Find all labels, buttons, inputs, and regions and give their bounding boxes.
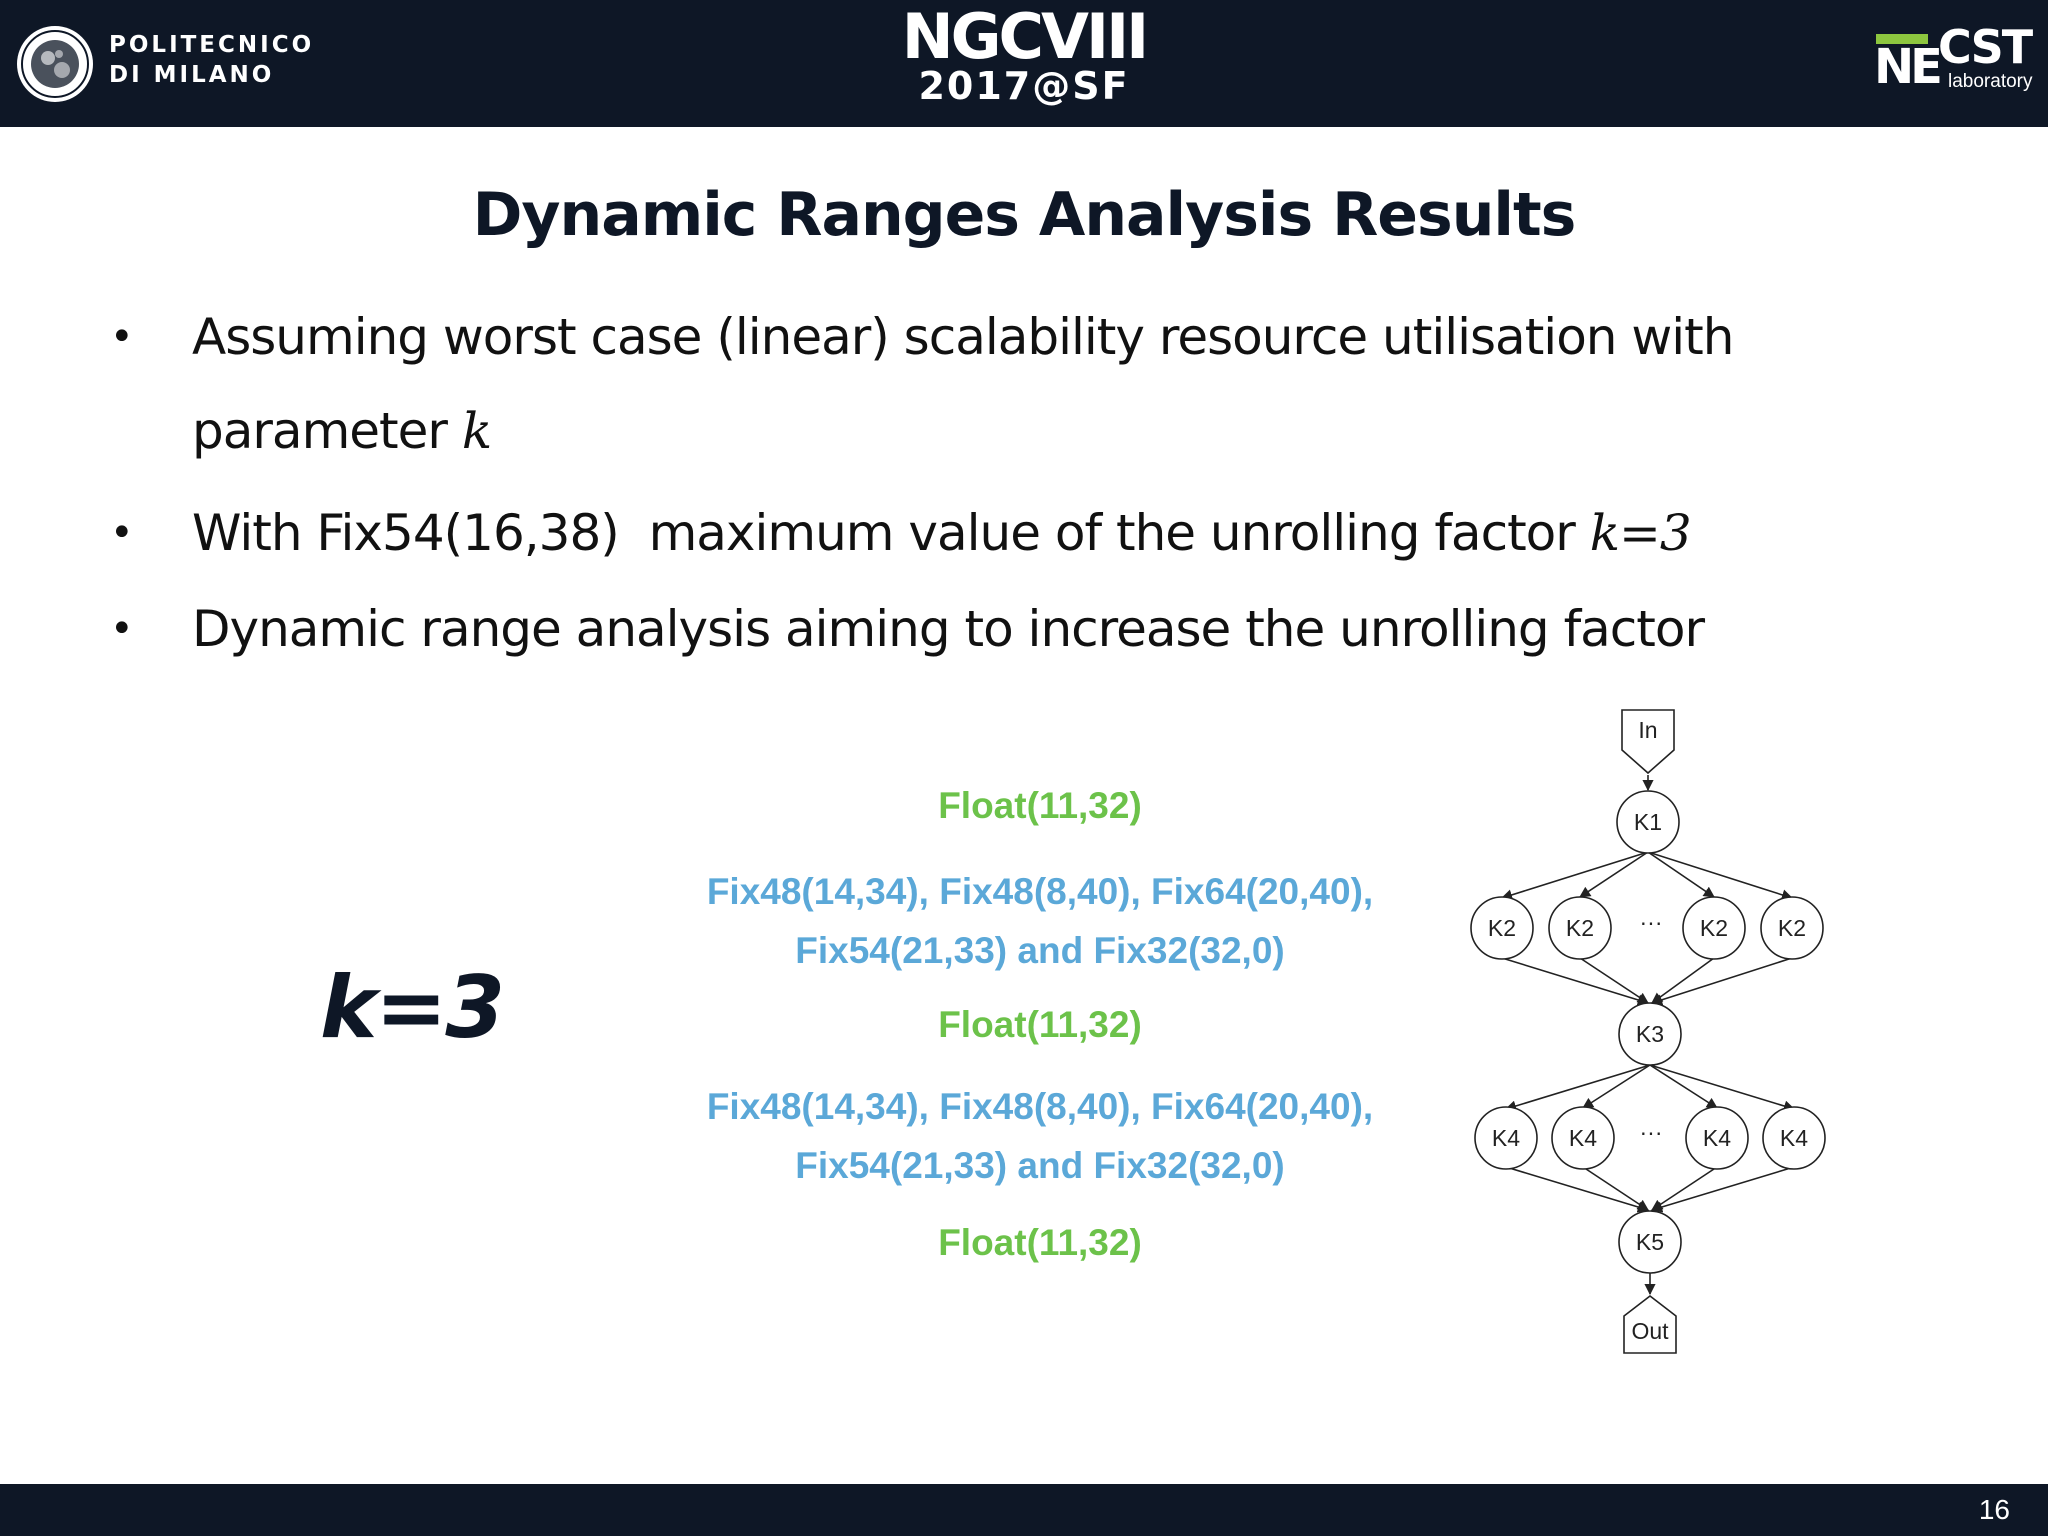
lab-logo-subtitle: laboratory [1948, 71, 2033, 92]
edge-k3-k4d [1649, 1064, 1796, 1112]
edge-k2b-k3 [1579, 957, 1649, 1004]
annotation-fix-1-line-1: Fix48(14,34), Fix48(8,40), Fix64(20,40), [706, 871, 1374, 912]
node-k4a [1474, 1106, 1538, 1170]
node-k5 [1618, 1210, 1682, 1274]
graph-ellipsis-1: ··· [1640, 909, 1663, 935]
edge-k2c-k3 [1651, 957, 1715, 1004]
bullet-2-math: k=3 [1589, 504, 1692, 562]
input-node-label: In [1638, 717, 1657, 743]
edge-k1-k2a [1500, 851, 1649, 901]
annotation-fix-1: Fix48(14,34), Fix48(8,40), Fix64(20,40),… [640, 862, 1440, 980]
node-k2b-label: K2 [1566, 915, 1594, 941]
graph-ellipsis-2: ··· [1640, 1119, 1663, 1145]
edge-k2d-k3 [1650, 957, 1793, 1006]
node-k2a [1470, 896, 1534, 960]
edge-k3-k4b [1582, 1064, 1651, 1109]
edge-k1-k2b [1579, 851, 1649, 898]
edge-k1-k2d [1647, 851, 1794, 901]
footer-bar: 16 [0, 1484, 2048, 1536]
bullet-item-3: • Dynamic range analysis aiming to incre… [110, 582, 1990, 676]
node-k2d-label: K2 [1778, 915, 1806, 941]
node-k2a-label: K2 [1488, 915, 1516, 941]
annotation-float-1: Float(11,32) [938, 785, 1142, 826]
node-k4d-label: K4 [1780, 1125, 1808, 1151]
node-k1-label: K1 [1634, 809, 1662, 835]
edge-k1-k2c [1647, 851, 1715, 898]
node-k4d [1762, 1106, 1826, 1170]
bullet-dot-icon: • [110, 314, 134, 360]
node-k1 [1616, 790, 1680, 854]
bullet-item-2: • With Fix54(16,38) maximum value of the… [110, 486, 1990, 580]
edge-k3-k4a [1504, 1064, 1651, 1112]
annotation-fix-2-line-2: Fix54(21,33) and Fix32(32,0) [795, 1145, 1285, 1186]
header-bar: POLITECNICO DI MILANO NGCVIII 2017@SF NE… [0, 0, 2048, 127]
edge-k2a-k3 [1501, 957, 1650, 1006]
bullet-item-1: • Assuming worst case (linear) scalabili… [110, 290, 1990, 478]
bullet-dot-icon: • [110, 606, 134, 652]
node-k3-label: K3 [1636, 1021, 1664, 1047]
bullet-1-line-2: parameter k [192, 384, 1990, 478]
node-k4b-label: K4 [1569, 1125, 1597, 1151]
graph-edges [1500, 775, 1796, 1296]
edge-k4b-k5 [1582, 1166, 1649, 1211]
node-k2b [1548, 896, 1612, 960]
lab-logo: NE CST laboratory [1874, 22, 2033, 98]
unrolling-factor-label: k=3 [320, 958, 505, 1058]
bullet-list: • Assuming worst case (linear) scalabili… [110, 290, 1990, 676]
bullet-dot-icon: • [110, 510, 134, 556]
edge-k4d-k5 [1650, 1166, 1795, 1213]
annotation-fix-2-line-1: Fix48(14,34), Fix48(8,40), Fix64(20,40), [706, 1086, 1374, 1127]
annotation-float-3: Float(11,32) [938, 1222, 1142, 1263]
edge-k4c-k5 [1651, 1166, 1718, 1211]
bullet-1-line-1: Assuming worst case (linear) scalability… [192, 308, 1734, 366]
bullet-2-text: With Fix54(16,38) maximum value of the u… [192, 504, 1590, 562]
annotation-float-2: Float(11,32) [938, 1004, 1142, 1045]
bullet-1-line-2-text: parameter [192, 402, 462, 460]
output-node [1623, 1294, 1677, 1354]
bullet-3-text: Dynamic range analysis aiming to increas… [192, 600, 1705, 658]
node-k2c-label: K2 [1700, 915, 1728, 941]
output-node-label: Out [1631, 1318, 1669, 1344]
node-k4a-label: K4 [1492, 1125, 1520, 1151]
conference-subtitle: 2017@SF [918, 64, 1130, 108]
node-k2c [1682, 896, 1746, 960]
page-number: 16 [1978, 1494, 2010, 1525]
lab-logo-ne: NE [1874, 39, 1943, 95]
slide-title: Dynamic Ranges Analysis Results [472, 180, 1577, 250]
node-k4c [1685, 1106, 1749, 1170]
bullet-1-math: k [461, 402, 492, 460]
node-k5-label: K5 [1636, 1229, 1664, 1255]
lab-logo-cst: CST [1938, 20, 2033, 74]
edge-k3-k4c [1649, 1064, 1718, 1109]
node-k4c-label: K4 [1703, 1125, 1731, 1151]
node-k4b [1551, 1106, 1615, 1170]
node-k3 [1618, 1002, 1682, 1066]
input-node [1621, 709, 1675, 775]
annotation-fix-1-line-2: Fix54(21,33) and Fix32(32,0) [795, 930, 1285, 971]
conference-title: NGCVIII [901, 0, 1149, 73]
annotation-fix-2: Fix48(14,34), Fix48(8,40), Fix64(20,40),… [640, 1077, 1440, 1195]
node-k2d [1760, 896, 1824, 960]
edge-k4a-k5 [1505, 1166, 1650, 1213]
